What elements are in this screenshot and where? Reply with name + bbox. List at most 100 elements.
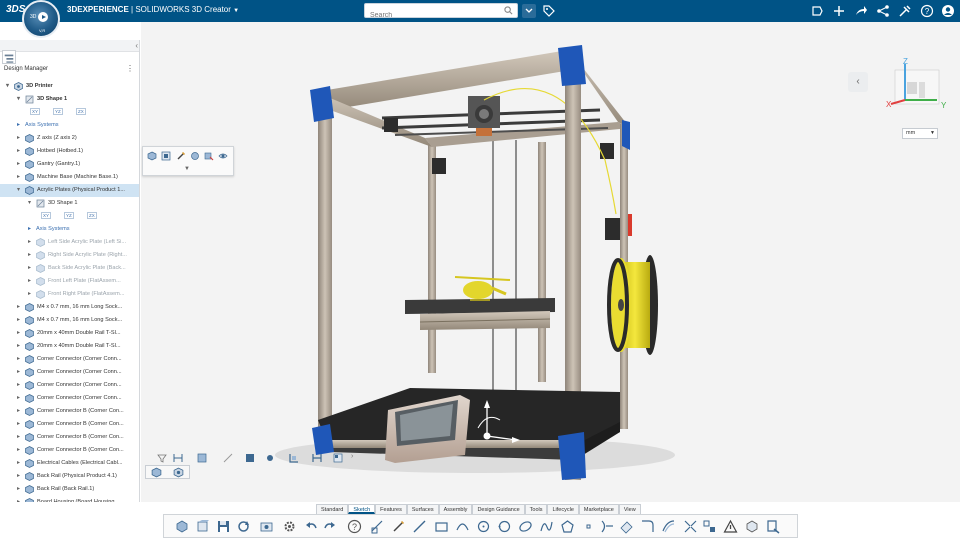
tree-link-axis-systems[interactable]: ▸ Axis Systems bbox=[0, 119, 139, 132]
tree-item[interactable]: ▸ Back Rail (Back Rail.1) bbox=[0, 483, 139, 496]
settings-icon[interactable] bbox=[282, 519, 297, 534]
tree-item[interactable]: ▾ Acrylic Plates (Physical Product 1... bbox=[0, 184, 139, 197]
rectangle-icon[interactable] bbox=[434, 519, 449, 534]
chevron-down-icon[interactable]: ▾ bbox=[6, 83, 12, 89]
tab-lifecycle[interactable]: Lifecycle bbox=[547, 504, 579, 514]
tree-item[interactable]: ▸ Corner Connector B (Corner Con... bbox=[0, 431, 139, 444]
select-faces-icon[interactable] bbox=[197, 453, 207, 463]
chevron-right-icon[interactable]: ▸ bbox=[17, 161, 23, 167]
3d-viewport[interactable] bbox=[141, 22, 960, 502]
chevron-right-icon[interactable]: ▸ bbox=[28, 239, 34, 245]
edit-icon[interactable] bbox=[176, 151, 186, 161]
tab-view[interactable]: View bbox=[618, 504, 641, 514]
select-planes-icon[interactable] bbox=[289, 453, 299, 463]
tree-item[interactable]: ▾ 3D Shape 1 bbox=[0, 93, 139, 106]
tree-item[interactable]: ▾ 3D Printer bbox=[0, 80, 139, 93]
chevron-right-icon[interactable]: ▸ bbox=[28, 278, 34, 284]
help-icon[interactable]: ? bbox=[920, 4, 934, 18]
insert-part-icon[interactable] bbox=[174, 519, 189, 534]
3d-printer-model[interactable] bbox=[141, 22, 960, 502]
chevron-right-icon[interactable]: ▸ bbox=[17, 369, 23, 375]
plane-xy-icon[interactable]: XY bbox=[41, 212, 52, 219]
chevron-right-icon[interactable]: ▸ bbox=[17, 460, 23, 466]
spline-icon[interactable] bbox=[539, 519, 554, 534]
chevron-right-icon[interactable]: › bbox=[351, 453, 353, 460]
chevron-right-icon[interactable]: ▸ bbox=[17, 447, 23, 453]
tab-marketplace[interactable]: Marketplace bbox=[578, 504, 619, 514]
plane-zx-icon[interactable]: ZX bbox=[76, 108, 86, 115]
select-box-icon[interactable] bbox=[223, 453, 233, 463]
select-axes-icon[interactable] bbox=[312, 453, 322, 463]
select-bodies-icon[interactable] bbox=[245, 453, 255, 463]
compass-widget[interactable]: 3D V,R bbox=[22, 0, 60, 38]
tree-axes-row[interactable]: XY YZ ZX bbox=[0, 210, 139, 223]
chevron-down-icon[interactable]: ▾ bbox=[28, 200, 34, 206]
chevron-right-icon[interactable]: ▸ bbox=[17, 330, 23, 336]
tree-item[interactable]: ▸ Corner Connector (Corner Conn... bbox=[0, 379, 139, 392]
more-options-icon[interactable]: ⋮ bbox=[126, 64, 134, 73]
tab-design-guidance[interactable]: Design Guidance bbox=[472, 504, 525, 514]
tree-item[interactable]: ▸ Back Rail (Physical Product 4.1) bbox=[0, 470, 139, 483]
component-icon[interactable] bbox=[190, 151, 200, 161]
fillet-icon[interactable] bbox=[640, 519, 655, 534]
chevron-right-icon[interactable]: ▸ bbox=[28, 265, 34, 271]
tree-item[interactable]: ▸ 20mm x 40mm Double Rail T-Sl... bbox=[0, 340, 139, 353]
sketch-icon[interactable] bbox=[370, 519, 385, 534]
view-cube[interactable]: Z X Y bbox=[885, 56, 955, 116]
chevron-down-icon[interactable]: ▼ bbox=[233, 8, 239, 14]
add-icon[interactable] bbox=[832, 4, 846, 18]
chevron-right-icon[interactable]: ▸ bbox=[17, 174, 23, 180]
tab-standard[interactable]: Standard bbox=[316, 504, 349, 514]
part-icon[interactable] bbox=[147, 151, 157, 161]
offset-icon[interactable] bbox=[661, 519, 676, 534]
tree-axes-row[interactable]: XY YZ ZX bbox=[0, 106, 139, 119]
refresh-icon[interactable] bbox=[236, 519, 251, 534]
tree-item[interactable]: ▾ 3D Shape 1 bbox=[0, 197, 139, 210]
redo-icon[interactable] bbox=[322, 519, 337, 534]
replace-icon[interactable] bbox=[204, 151, 214, 161]
tree-item[interactable]: ▸ Corner Connector B (Corner Con... bbox=[0, 418, 139, 431]
capture-icon[interactable] bbox=[259, 519, 274, 534]
search-box[interactable] bbox=[364, 3, 518, 22]
tree-item[interactable]: ▸ Left Side Acrylic Plate (Left Si... bbox=[0, 236, 139, 249]
chevron-left-icon[interactable]: ‹ bbox=[848, 72, 868, 92]
warning-icon[interactable] bbox=[723, 519, 738, 534]
collapse-panel-icon[interactable]: ‹ bbox=[135, 41, 138, 50]
chevron-down-icon[interactable]: ▾ bbox=[17, 96, 23, 102]
chevron-right-icon[interactable]: ▸ bbox=[17, 395, 23, 401]
point-icon[interactable] bbox=[581, 519, 596, 534]
plane-zx-icon[interactable]: ZX bbox=[87, 212, 97, 219]
pen-icon[interactable] bbox=[391, 519, 406, 534]
line-icon[interactable] bbox=[412, 519, 427, 534]
tree-item[interactable]: ▸ Front Left Plate (FlatAssem... bbox=[0, 275, 139, 288]
tree-item[interactable]: ▸ Corner Connector B (Corner Con... bbox=[0, 444, 139, 457]
tree-item[interactable]: ▸ Hotbed (Hotbed.1) bbox=[0, 145, 139, 158]
new-product-icon[interactable] bbox=[195, 519, 210, 534]
tree-item[interactable]: ▸ Corner Connector (Corner Conn... bbox=[0, 353, 139, 366]
search-icon[interactable] bbox=[504, 6, 513, 15]
chevron-down-icon[interactable]: ▼ bbox=[184, 166, 190, 172]
chevron-right-icon[interactable]: ▸ bbox=[17, 148, 23, 154]
chevron-right-icon[interactable]: ▸ bbox=[17, 408, 23, 414]
search-input[interactable] bbox=[365, 9, 485, 22]
select-vertex-icon[interactable] bbox=[265, 453, 275, 463]
tree-item[interactable]: ▸ Corner Connector (Corner Conn... bbox=[0, 366, 139, 379]
network-icon[interactable] bbox=[876, 4, 890, 18]
tree-item[interactable]: ▸ Right Side Acrylic Plate (Right... bbox=[0, 249, 139, 262]
chevron-right-icon[interactable]: ▸ bbox=[28, 291, 34, 297]
chevron-right-icon[interactable]: ▸ bbox=[17, 421, 23, 427]
tree-item[interactable]: ▸ Back Side Acrylic Plate (Back... bbox=[0, 262, 139, 275]
search-options-button[interactable] bbox=[522, 4, 536, 18]
chevron-right-icon[interactable]: ▸ bbox=[17, 499, 23, 502]
tab-tools[interactable]: Tools bbox=[524, 504, 548, 514]
exit-sketch-icon[interactable] bbox=[766, 519, 781, 534]
play-icon[interactable] bbox=[38, 12, 48, 22]
tree-item[interactable]: ▸ M4 x 0.7 mm, 16 mm Long Sock... bbox=[0, 314, 139, 327]
tree-item[interactable]: ▸ Front Right Plate (FlatAssem... bbox=[0, 288, 139, 301]
erase-icon[interactable] bbox=[619, 519, 634, 534]
tree-item[interactable]: ▸ Board Housing (Board Housing... bbox=[0, 496, 139, 502]
chevron-right-icon[interactable]: ▸ bbox=[17, 356, 23, 362]
chevron-right-icon[interactable]: ▸ bbox=[17, 382, 23, 388]
chevron-right-icon[interactable]: ▸ bbox=[28, 252, 34, 258]
tree-item[interactable]: ▸ Z axis (Z axis 2) bbox=[0, 132, 139, 145]
